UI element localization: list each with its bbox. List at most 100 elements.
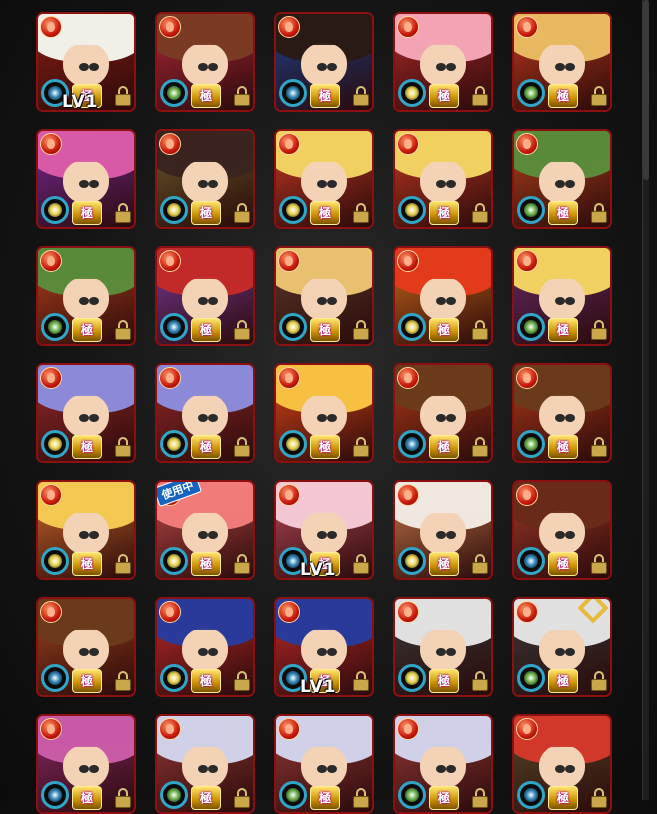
lock-icon[interactable] <box>115 671 131 691</box>
monster-card[interactable]: 極 <box>512 597 612 697</box>
monster-card[interactable]: 極 LV1 <box>274 480 374 580</box>
lock-icon[interactable] <box>472 788 488 808</box>
monster-card[interactable]: 極 <box>393 363 493 463</box>
monster-card[interactable]: 極 LV1 <box>36 12 136 112</box>
lock-icon[interactable] <box>591 788 607 808</box>
lock-icon[interactable] <box>115 320 131 340</box>
scroll-bar[interactable] <box>642 0 649 800</box>
portrait-eye <box>436 63 447 72</box>
monster-card[interactable]: 極 <box>512 480 612 580</box>
monster-card[interactable]: 極 <box>393 480 493 580</box>
lock-icon[interactable] <box>472 671 488 691</box>
portrait-face <box>181 627 229 672</box>
rank-badge: 極 <box>429 318 459 342</box>
portrait-face <box>300 276 348 321</box>
lock-icon[interactable] <box>591 437 607 457</box>
ability-gauge-icon <box>517 547 545 575</box>
portrait-eye <box>436 180 447 189</box>
lock-icon[interactable] <box>591 320 607 340</box>
portrait-eye <box>436 414 447 423</box>
lock-icon[interactable] <box>115 788 131 808</box>
monster-card[interactable]: 極 <box>512 363 612 463</box>
monster-card[interactable]: 極 <box>155 12 255 112</box>
lock-icon[interactable] <box>591 86 607 106</box>
lock-icon[interactable] <box>353 671 369 691</box>
scroll-thumb[interactable] <box>643 0 649 180</box>
ability-gauge-icon <box>398 196 426 224</box>
monster-card[interactable]: 極 <box>393 714 493 814</box>
portrait-eye <box>326 765 337 774</box>
monster-card[interactable]: 極 <box>393 12 493 112</box>
portrait-eye <box>445 531 456 540</box>
rank-badge: 極 <box>429 552 459 576</box>
monster-card[interactable]: 極 <box>36 246 136 346</box>
lock-icon[interactable] <box>234 671 250 691</box>
portrait-eye <box>564 414 575 423</box>
fire-element-icon <box>516 16 538 38</box>
monster-card[interactable]: 極 <box>155 597 255 697</box>
monster-card[interactable]: 極 <box>36 714 136 814</box>
monster-card[interactable]: 極 <box>36 597 136 697</box>
monster-card[interactable]: 極 <box>274 714 374 814</box>
lock-icon[interactable] <box>115 554 131 574</box>
ability-gauge-icon <box>517 781 545 809</box>
lock-icon[interactable] <box>472 203 488 223</box>
lock-icon[interactable] <box>115 86 131 106</box>
monster-card[interactable]: 極使用中 <box>155 480 255 580</box>
portrait-eye <box>317 180 328 189</box>
monster-card[interactable]: 極 <box>274 246 374 346</box>
monster-card[interactable]: 極 <box>36 363 136 463</box>
lock-icon[interactable] <box>234 554 250 574</box>
lock-icon[interactable] <box>353 554 369 574</box>
lock-icon[interactable] <box>591 671 607 691</box>
lock-icon[interactable] <box>234 203 250 223</box>
monster-card[interactable]: 極 <box>155 246 255 346</box>
fire-element-icon <box>159 16 181 38</box>
monster-card[interactable]: 極 <box>155 129 255 229</box>
portrait-eye <box>207 414 218 423</box>
monster-card[interactable]: 極 LV1 <box>274 597 374 697</box>
lock-icon[interactable] <box>353 320 369 340</box>
monster-card[interactable]: 極 <box>512 129 612 229</box>
monster-card[interactable]: 極 <box>36 480 136 580</box>
monster-card[interactable]: 極 <box>274 363 374 463</box>
monster-card[interactable]: 極 <box>274 12 374 112</box>
monster-card[interactable]: 極 <box>274 129 374 229</box>
lock-icon[interactable] <box>353 788 369 808</box>
monster-card[interactable]: 極 <box>155 363 255 463</box>
lock-icon[interactable] <box>353 437 369 457</box>
lock-icon[interactable] <box>472 437 488 457</box>
lock-icon[interactable] <box>472 320 488 340</box>
monster-card[interactable]: 極 <box>512 12 612 112</box>
lock-icon[interactable] <box>234 86 250 106</box>
fire-element-icon <box>278 250 300 272</box>
monster-card[interactable]: 極 <box>36 129 136 229</box>
monster-card[interactable]: 極 <box>155 714 255 814</box>
fire-element-icon <box>40 601 62 623</box>
lock-icon[interactable] <box>472 86 488 106</box>
lock-icon[interactable] <box>234 788 250 808</box>
lock-icon[interactable] <box>115 203 131 223</box>
portrait-eye <box>79 63 90 72</box>
monster-card[interactable]: 極 <box>512 246 612 346</box>
ability-gauge-icon <box>279 430 307 458</box>
lock-icon[interactable] <box>353 86 369 106</box>
monster-card[interactable]: 極 <box>393 597 493 697</box>
lock-icon[interactable] <box>234 320 250 340</box>
portrait-eye <box>317 414 328 423</box>
monster-card[interactable]: 極 <box>512 714 612 814</box>
portrait-eye <box>88 414 99 423</box>
lock-icon[interactable] <box>234 437 250 457</box>
rank-badge: 極 <box>548 669 578 693</box>
monster-card[interactable]: 極 <box>393 129 493 229</box>
lock-icon[interactable] <box>353 203 369 223</box>
lock-icon[interactable] <box>591 554 607 574</box>
rank-badge: 極 <box>429 669 459 693</box>
monster-card[interactable]: 極 <box>393 246 493 346</box>
lock-icon[interactable] <box>472 554 488 574</box>
portrait-eye <box>555 63 566 72</box>
portrait-face <box>538 276 586 321</box>
rank-badge: 極 <box>429 201 459 225</box>
lock-icon[interactable] <box>591 203 607 223</box>
lock-icon[interactable] <box>115 437 131 457</box>
